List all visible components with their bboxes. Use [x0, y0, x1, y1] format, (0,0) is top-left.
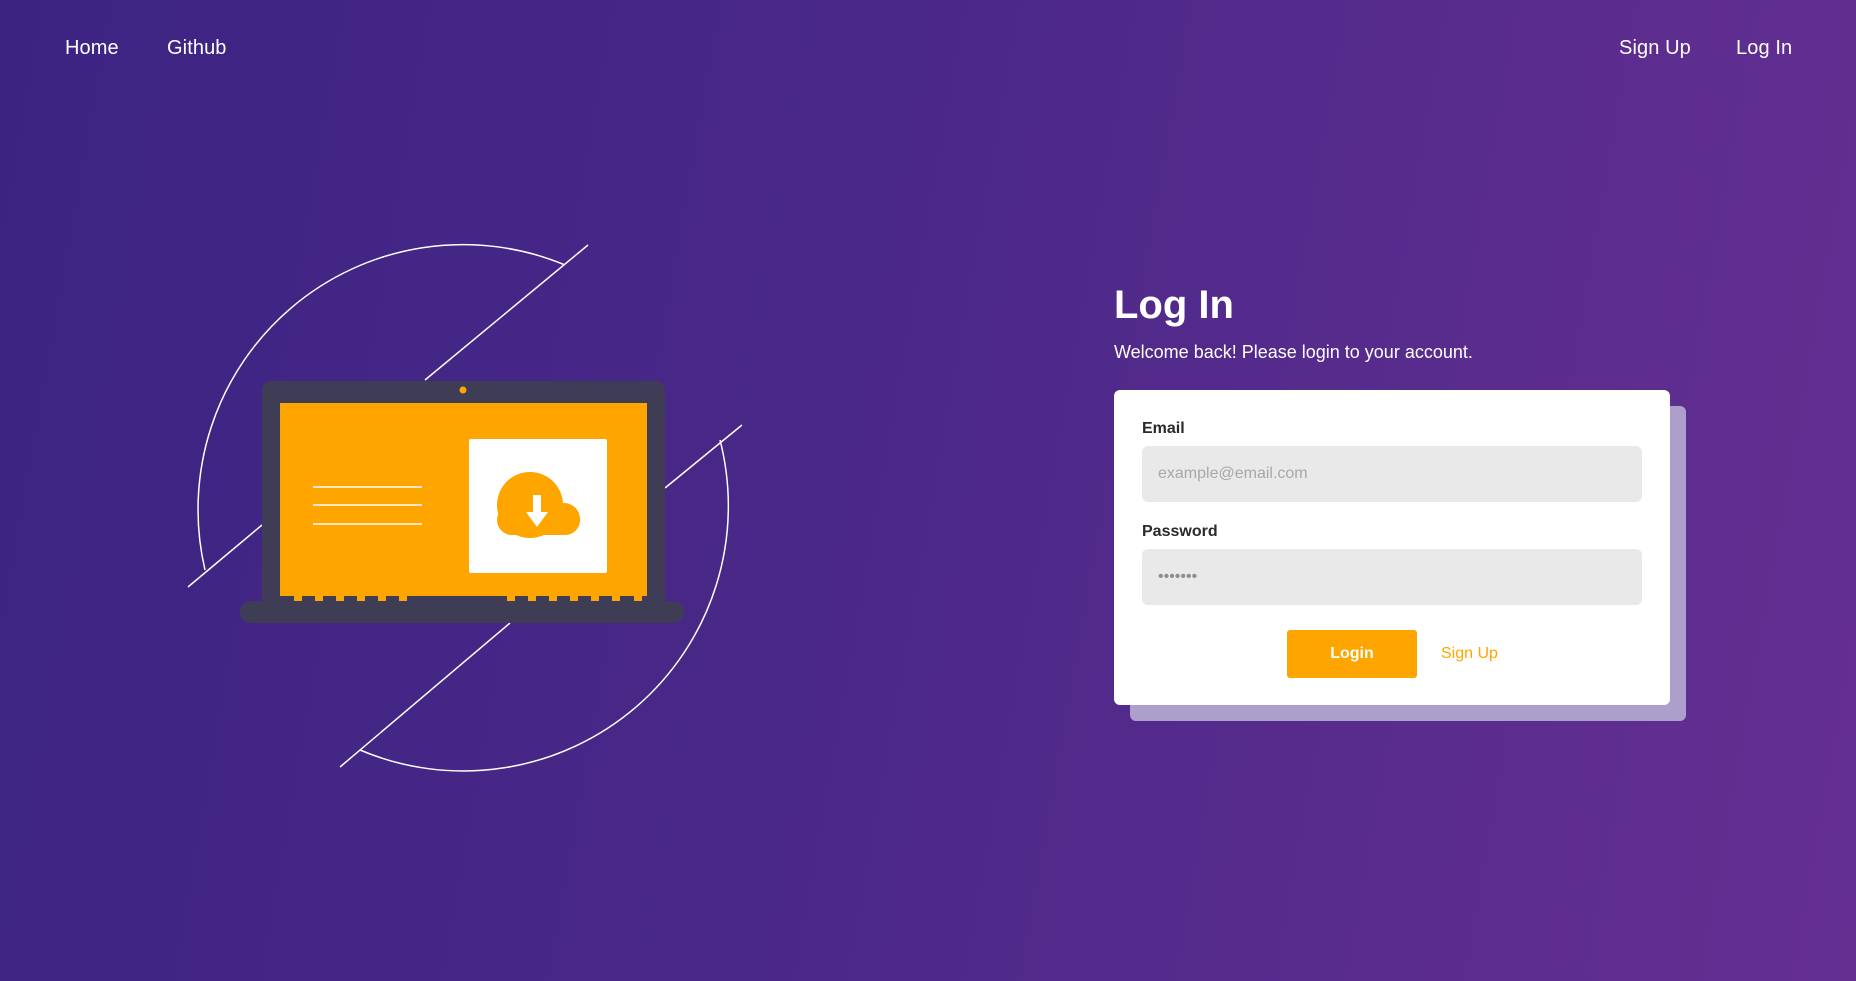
- page-subtitle: Welcome back! Please login to your accou…: [1114, 342, 1473, 362]
- form-actions: Login Sign Up: [1114, 630, 1670, 678]
- signup-link[interactable]: Sign Up: [1441, 644, 1498, 664]
- login-section: Log In Welcome back! Please login to you…: [1114, 281, 1714, 721]
- login-card-wrapper: Email Password Login Sign Up: [1114, 390, 1687, 722]
- login-form: Email Password Login Sign Up: [1114, 390, 1670, 705]
- password-label: Password: [1142, 523, 1218, 540]
- nav-signup-link[interactable]: Sign Up: [1619, 37, 1691, 60]
- page-title: Log In: [1114, 283, 1234, 327]
- email-field[interactable]: [1142, 446, 1642, 502]
- email-label: Email: [1142, 420, 1185, 437]
- password-field[interactable]: [1142, 549, 1642, 605]
- nav-github-link[interactable]: Github: [167, 37, 227, 60]
- nav-login-link[interactable]: Log In: [1736, 37, 1792, 60]
- login-button[interactable]: Login: [1287, 630, 1417, 678]
- laptop-illustration: [180, 235, 760, 775]
- nav-home-link[interactable]: Home: [65, 37, 119, 60]
- top-nav: Home Github Sign Up Log In: [0, 0, 1856, 100]
